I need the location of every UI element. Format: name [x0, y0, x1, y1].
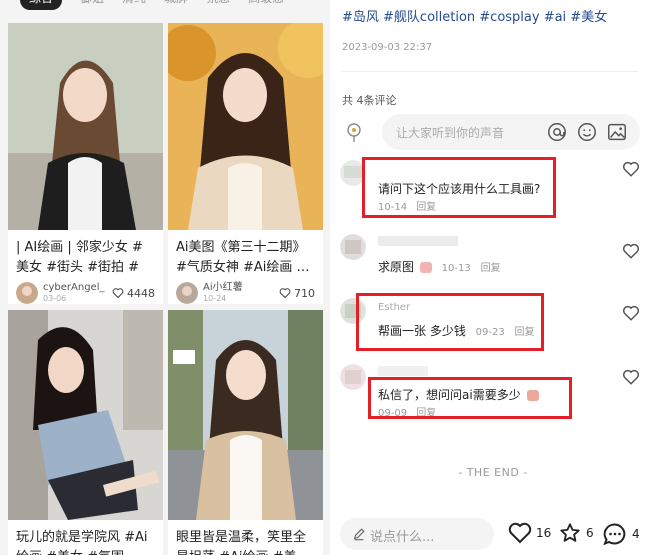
heart-icon[interactable]: [622, 304, 640, 322]
like-count[interactable]: 4448: [112, 287, 155, 300]
tab-1[interactable]: 御姐: [80, 0, 104, 10]
heart-icon: [279, 288, 291, 299]
feed-tabs: 综合 御姐 清纯 城屏 氛感 高级感: [0, 0, 330, 12]
comment-text: 私信了，想问问ai需要多少: [378, 388, 521, 402]
sticker-icon: [419, 262, 432, 273]
author-name[interactable]: cyberAngel_: [43, 282, 104, 293]
reply-button[interactable]: 回复: [416, 408, 436, 419]
tab-3[interactable]: 城屏: [164, 0, 188, 10]
reply-button[interactable]: 回复: [416, 202, 436, 213]
comment-item: 求原图 10-13 回复: [340, 234, 656, 282]
tab-4[interactable]: 氛感: [206, 0, 230, 10]
image-icon[interactable]: [606, 121, 628, 143]
tab-0[interactable]: 综合: [20, 0, 63, 10]
comment-date: 09-23: [475, 327, 505, 338]
feed-card[interactable]: 眼里皆是温柔，笑里全是坦荡 #Ai绘画 #美…: [168, 310, 323, 555]
comment-author-blurred: [378, 366, 428, 376]
pen-icon: [353, 528, 365, 541]
feed-card[interactable]: | AI绘画 | 邻家少女 #美女 #街头 #街拍 #邻… cyberAngel…: [8, 23, 163, 304]
collect-button[interactable]: 6: [558, 522, 594, 544]
avatar[interactable]: [340, 234, 366, 260]
star-count: 6: [586, 526, 594, 540]
chat-bubble-icon: [603, 523, 626, 546]
heart-icon: [112, 288, 124, 299]
card-image[interactable]: [168, 310, 323, 520]
comment-item: Esther 帮画一张 多少钱 09-23 回复: [340, 298, 656, 348]
feed-card[interactable]: Ai美图《第三十二期》 #气质女神 #Ai绘画 … Ai小红薯 10-24 71…: [168, 23, 323, 304]
avatar[interactable]: [340, 160, 366, 186]
card-image[interactable]: [8, 310, 163, 520]
comment-date: 09-09: [378, 408, 408, 419]
author-name[interactable]: Ai小红薯: [203, 282, 243, 293]
comment-count: 共 4条评论: [342, 94, 397, 107]
say-something-placeholder: 说点什么...: [370, 530, 435, 545]
comment-button[interactable]: 4: [602, 522, 640, 546]
heart-icon[interactable]: [622, 368, 640, 386]
comment-item: 请问下这个应该用什么工具画? 10-14 回复: [340, 160, 656, 220]
comment-input-placeholder: 让大家听到你的声音: [396, 126, 505, 140]
post-date: 2023-09-03 22:37: [342, 42, 433, 53]
heart-icon: [508, 522, 532, 544]
screen: 综合 御姐 清纯 城屏 氛感 高级感 | AI绘画 | 邻家少女 #美女 #街头…: [0, 0, 656, 555]
avatar[interactable]: [340, 364, 366, 390]
comment-count-number: 4: [632, 527, 640, 541]
post-tags[interactable]: #岛风 #舰队colletion #cosplay #ai #美女: [342, 6, 607, 25]
say-something-input[interactable]: 说点什么...: [340, 518, 494, 550]
card-title: Ai美图《第三十二期》 #气质女神 #Ai绘画 …: [176, 240, 310, 275]
avatar[interactable]: [176, 282, 198, 304]
post-detail-panel: #岛风 #舰队colletion #cosplay #ai #美女 2023-0…: [330, 0, 656, 555]
location-pin-icon: [347, 123, 361, 142]
card-image[interactable]: [168, 23, 323, 230]
comment-date: 10-14: [378, 202, 408, 213]
post-date: 03-06: [43, 294, 67, 303]
avatar[interactable]: [340, 298, 366, 324]
bottom-action-bar: 说点什么... 16 6 4: [330, 508, 656, 555]
reply-button[interactable]: 回复: [481, 263, 501, 274]
comment-input[interactable]: 让大家听到你的声音: [382, 114, 640, 150]
comment-date: 10-13: [441, 263, 471, 274]
feed-card[interactable]: 玩儿的就是学院风 #Ai绘画 #美女 #氛围…: [8, 310, 163, 555]
card-title: 眼里皆是温柔，笑里全是坦荡 #Ai绘画 #美…: [176, 530, 310, 555]
sticker-icon: [526, 390, 539, 401]
like-number: 710: [294, 286, 315, 300]
card-meta: Ai小红薯 10-24 710: [168, 278, 323, 304]
reply-button[interactable]: 回复: [515, 327, 535, 338]
heart-icon[interactable]: [622, 242, 640, 260]
at-icon[interactable]: [546, 121, 568, 143]
end-of-comments: - THE END -: [458, 466, 528, 479]
like-count: 16: [536, 526, 552, 540]
comment-author[interactable]: Esther: [378, 302, 410, 313]
card-image[interactable]: [8, 23, 163, 230]
star-icon: [560, 523, 580, 542]
divider: [342, 71, 638, 72]
comment-author-blurred: [378, 236, 458, 246]
comment-item: 私信了，想问问ai需要多少 09-09 回复: [340, 364, 656, 420]
avatar[interactable]: [16, 282, 38, 304]
post-date: 10-24: [203, 294, 227, 303]
feed-panel: 综合 御姐 清纯 城屏 氛感 高级感 | AI绘画 | 邻家少女 #美女 #街头…: [0, 0, 330, 555]
heart-icon[interactable]: [622, 160, 640, 178]
emoji-icon[interactable]: [576, 121, 598, 143]
like-number: 4448: [127, 286, 155, 300]
like-button[interactable]: 16: [508, 522, 551, 544]
tab-2[interactable]: 清纯: [122, 0, 146, 10]
comment-text: 求原图: [378, 260, 415, 274]
comment-text: 请问下这个应该用什么工具画?: [378, 182, 541, 196]
card-title: | AI绘画 | 邻家少女 #美女 #街头 #街拍 #邻…: [16, 240, 143, 275]
card-meta: cyberAngel_ 03-06 4448: [8, 278, 163, 304]
like-count[interactable]: 710: [279, 287, 315, 300]
tab-5[interactable]: 高级感: [248, 0, 284, 10]
comment-text: 帮画一张 多少钱: [378, 324, 466, 338]
card-title: 玩儿的就是学院风 #Ai绘画 #美女 #氛围…: [16, 530, 148, 555]
